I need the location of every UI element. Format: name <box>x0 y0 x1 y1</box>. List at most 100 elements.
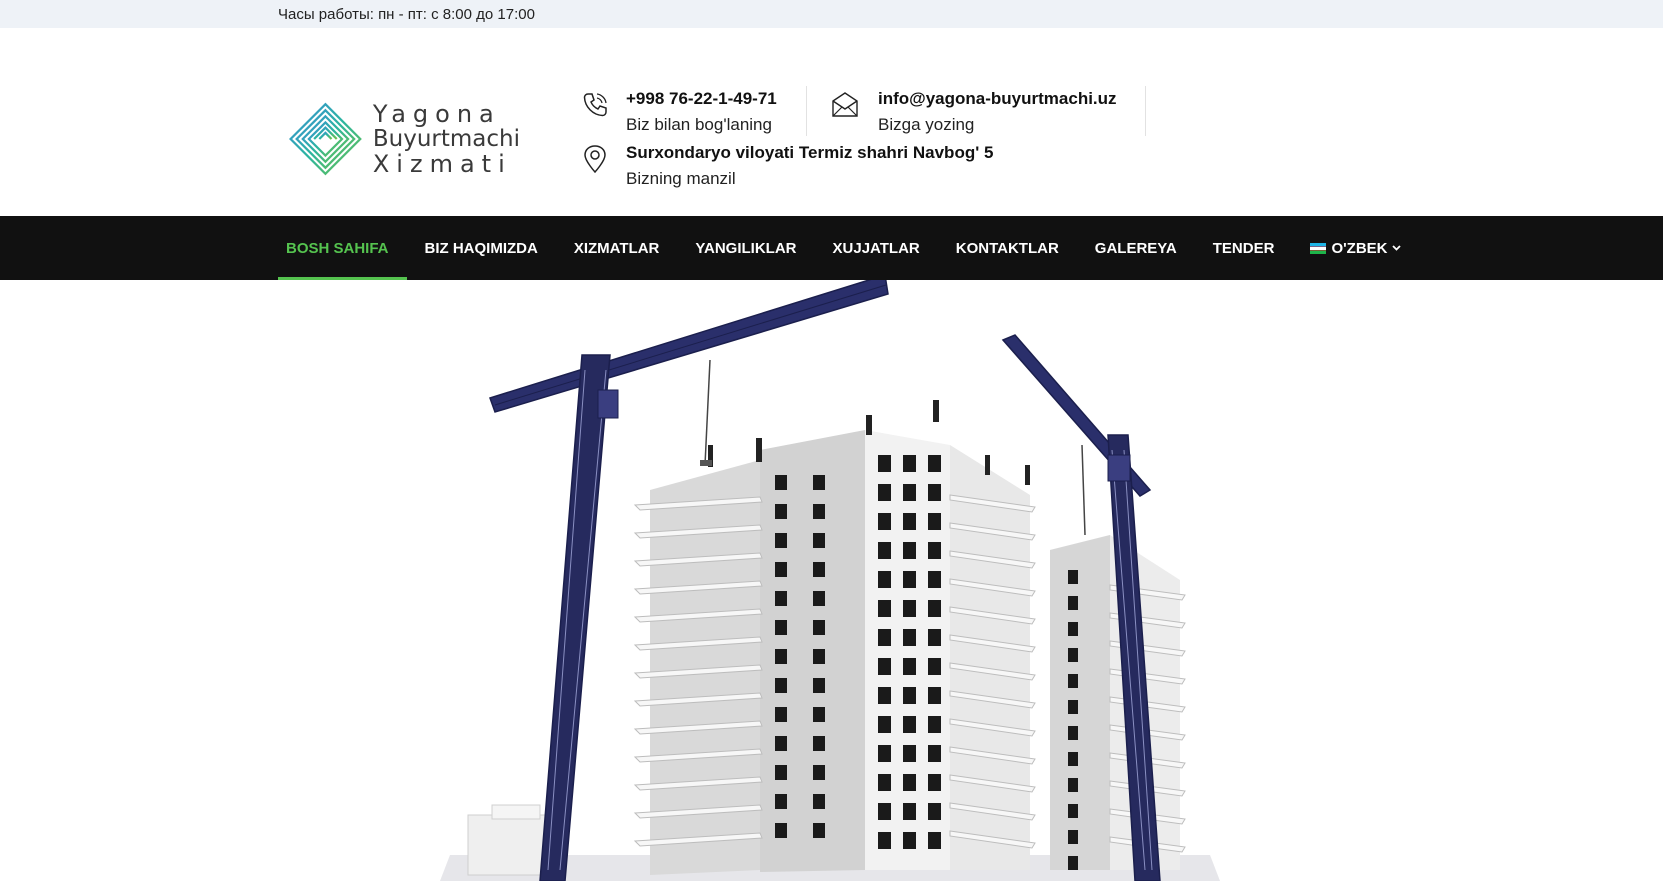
building-window <box>813 736 825 751</box>
building-window <box>775 562 787 577</box>
building-window <box>1068 856 1078 870</box>
building-window <box>928 600 941 617</box>
email-subtitle: Bizga yozing <box>878 115 975 134</box>
building-window <box>903 455 916 472</box>
building-window <box>775 620 787 635</box>
building-window <box>903 658 916 675</box>
building-window <box>775 591 787 606</box>
building-window <box>1068 752 1078 766</box>
contact-address[interactable]: Surxondaryo viloyati Termiz shahri Navbo… <box>580 140 993 192</box>
building-window <box>903 484 916 501</box>
envelope-icon <box>832 92 858 117</box>
nav-item-news[interactable]: YANGILIKLAR <box>687 216 814 280</box>
uzbek-flag-icon <box>1310 242 1327 254</box>
contact-email[interactable]: info@yagona-buyurtmachi.uz Bizga yozing <box>828 86 1117 138</box>
nav-menu: BOSH SAHIFA BIZ HAQIMIZDA XIZMATLAR YANG… <box>278 216 1663 280</box>
header-divider <box>1145 86 1146 136</box>
main-navigation: BOSH SAHIFA BIZ HAQIMIZDA XIZMATLAR YANG… <box>0 216 1663 280</box>
building-window <box>878 513 891 530</box>
building-window <box>928 484 941 501</box>
building-window <box>775 765 787 780</box>
building-window <box>878 455 891 472</box>
top-info-bar: Часы работы: пн - пт: с 8:00 до 17:00 <box>0 0 1663 28</box>
logo-line-1: Yagona <box>372 99 501 128</box>
logo-line-2: Buyurtmachi <box>372 125 520 152</box>
email-address[interactable]: info@yagona-buyurtmachi.uz <box>878 86 1117 112</box>
building-window <box>903 803 916 820</box>
building-window <box>813 475 825 490</box>
hero-banner <box>0 280 1663 881</box>
nav-item-services[interactable]: XIZMATLAR <box>566 216 678 280</box>
building-window <box>775 475 787 490</box>
working-hours-text: Часы работы: пн - пт: с 8:00 до 17:00 <box>278 5 535 23</box>
nav-item-home[interactable]: BOSH SAHIFA <box>278 216 407 280</box>
site-header: Yagona Buyurtmachi Xizmati +998 76-22-1-… <box>0 28 1663 216</box>
building-window <box>903 745 916 762</box>
building-window <box>878 716 891 733</box>
building-window <box>903 600 916 617</box>
nav-item-about[interactable]: BIZ HAQIMIZDA <box>417 216 556 280</box>
building-window <box>928 571 941 588</box>
building-window <box>903 832 916 849</box>
map-pin-icon <box>584 145 606 174</box>
building-window <box>903 542 916 559</box>
building-window <box>813 707 825 722</box>
building-window <box>928 542 941 559</box>
building-window <box>1068 830 1078 844</box>
contact-phone[interactable]: +998 76-22-1-49-71 Biz bilan bog'laning <box>580 86 777 138</box>
building-construction-cranes-illustration <box>440 280 1220 881</box>
building-window <box>928 513 941 530</box>
building-window <box>903 774 916 791</box>
site-logo[interactable]: Yagona Buyurtmachi Xizmati <box>288 81 520 197</box>
building-window <box>878 542 891 559</box>
nav-item-gallery[interactable]: GALEREYA <box>1087 216 1195 280</box>
building-window <box>1068 726 1078 740</box>
nav-item-tender[interactable]: TENDER <box>1205 216 1293 280</box>
building-window <box>775 736 787 751</box>
building-window <box>813 678 825 693</box>
building-window <box>928 455 941 472</box>
building-window <box>878 571 891 588</box>
building-window <box>903 687 916 704</box>
building-window <box>813 533 825 548</box>
building-window <box>775 504 787 519</box>
chevron-down-icon <box>1391 243 1401 254</box>
building-window <box>928 716 941 733</box>
building-window <box>878 687 891 704</box>
building-window <box>928 832 941 849</box>
building-window <box>775 794 787 809</box>
phone-icon <box>583 93 607 117</box>
address-text[interactable]: Surxondaryo viloyati Termiz shahri Navbo… <box>626 140 993 166</box>
building-window <box>878 745 891 762</box>
building-window <box>813 562 825 577</box>
building-window <box>903 571 916 588</box>
building-window <box>878 484 891 501</box>
building-window <box>813 591 825 606</box>
building-window <box>813 504 825 519</box>
building-window <box>878 832 891 849</box>
building-window <box>813 794 825 809</box>
building-window <box>1068 596 1078 610</box>
building-window <box>1068 648 1078 662</box>
logo-text: Yagona Buyurtmachi Xizmati <box>372 99 520 177</box>
building-window <box>928 629 941 646</box>
building-window <box>1068 804 1078 818</box>
language-selector[interactable]: O'ZBEK <box>1302 216 1418 280</box>
building-window <box>775 823 787 838</box>
building-window <box>928 745 941 762</box>
building-window <box>775 533 787 548</box>
nav-item-documents[interactable]: XUJJATLAR <box>825 216 938 280</box>
building-window <box>813 649 825 664</box>
phone-number[interactable]: +998 76-22-1-49-71 <box>626 86 777 112</box>
building-window <box>878 774 891 791</box>
building-window <box>1068 622 1078 636</box>
language-label: O'ZBEK <box>1331 239 1388 257</box>
building-window <box>878 658 891 675</box>
nav-item-contacts[interactable]: KONTAKTLAR <box>948 216 1077 280</box>
address-subtitle: Bizning manzil <box>626 169 736 188</box>
building-window <box>903 716 916 733</box>
building-window <box>1068 778 1078 792</box>
building-window <box>903 629 916 646</box>
building-window <box>878 629 891 646</box>
building-window <box>928 803 941 820</box>
